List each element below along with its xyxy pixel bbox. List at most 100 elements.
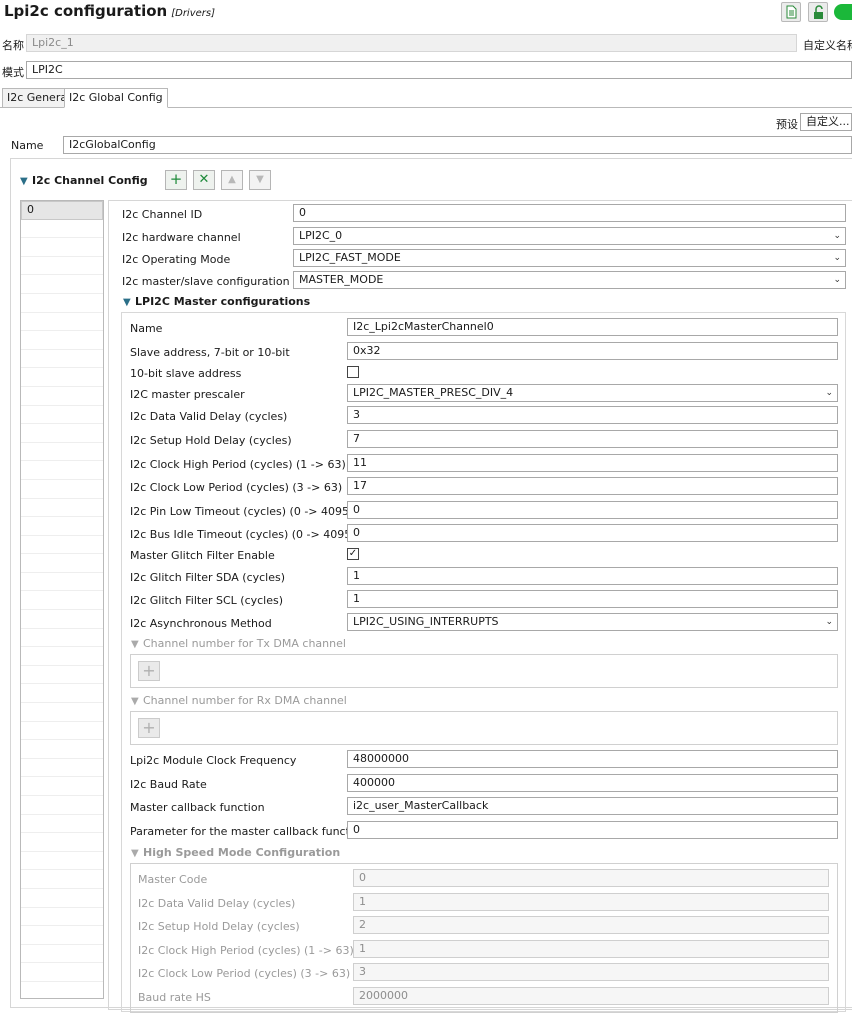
list-item-empty bbox=[21, 275, 103, 294]
dropdown-arrow-icon: ⌄ bbox=[833, 231, 841, 241]
preset-select[interactable]: 自定义... bbox=[800, 113, 852, 131]
channel-list[interactable]: 0 bbox=[20, 200, 104, 999]
prescaler-value: LPI2C_MASTER_PRESC_DIV_4 bbox=[353, 386, 514, 399]
data-valid-delay-field[interactable]: 3 bbox=[347, 406, 838, 424]
glitch-filter-enable-checkbox[interactable]: ✓ bbox=[347, 548, 359, 560]
rx-dma-header[interactable]: ▼ Channel number for Rx DMA channel bbox=[131, 694, 347, 707]
glitch-scl-field[interactable]: 1 bbox=[347, 590, 838, 608]
global-name-label: Name bbox=[11, 139, 44, 152]
hs-baud-rate-field: 2000000 bbox=[353, 987, 829, 1005]
unlock-icon-button[interactable] bbox=[808, 2, 828, 22]
master-name-label: Name bbox=[130, 322, 163, 335]
slave-address-field[interactable]: 0x32 bbox=[347, 342, 838, 360]
remove-channel-button[interactable]: ✕ bbox=[193, 170, 215, 190]
document-icon-button[interactable] bbox=[781, 2, 801, 22]
list-item-empty bbox=[21, 368, 103, 387]
slave-address-label: Slave address, 7-bit or 10-bit bbox=[130, 346, 290, 359]
add-channel-button[interactable]: + bbox=[165, 170, 187, 190]
async-method-value: LPI2C_USING_INTERRUPTS bbox=[353, 615, 499, 628]
title-subtitle: [Drivers] bbox=[171, 8, 216, 19]
pin-low-timeout-field[interactable]: 0 bbox=[347, 501, 838, 519]
prescaler-label: I2C master prescaler bbox=[130, 388, 245, 401]
glitch-filter-enable-label: Master Glitch Filter Enable bbox=[130, 549, 275, 562]
channel-config-header[interactable]: ▼ I2c Channel Config bbox=[20, 174, 148, 187]
bus-idle-timeout-field[interactable]: 0 bbox=[347, 524, 838, 542]
move-down-button[interactable]: ▼ bbox=[249, 170, 271, 190]
list-item-empty bbox=[21, 517, 103, 536]
pin-low-timeout-label: I2c Pin Low Timeout (cycles) (0 -> 4095) bbox=[130, 505, 354, 518]
clock-low-period-label: I2c Clock Low Period (cycles) (3 -> 63) bbox=[130, 481, 343, 494]
plus-icon: + bbox=[142, 661, 156, 680]
tab-i2c-global-config[interactable]: I2c Global Config bbox=[64, 88, 168, 108]
operating-mode-label: I2c Operating Mode bbox=[122, 253, 231, 266]
list-item-empty bbox=[21, 554, 103, 573]
global-name-field[interactable]: I2cGlobalConfig bbox=[63, 136, 852, 154]
plus-icon: + bbox=[142, 718, 156, 737]
plus-icon: + bbox=[169, 170, 183, 188]
list-item-label: 0 bbox=[27, 203, 34, 216]
setup-hold-delay-label: I2c Setup Hold Delay (cycles) bbox=[130, 434, 292, 447]
dropdown-arrow-icon: ⌄ bbox=[825, 388, 833, 398]
list-item-empty bbox=[21, 703, 103, 722]
move-up-button[interactable]: ▲ bbox=[221, 170, 243, 190]
tx-dma-add-button[interactable]: + bbox=[138, 661, 160, 681]
master-config-header[interactable]: ▼ LPI2C Master configurations bbox=[123, 295, 310, 308]
status-toggle[interactable] bbox=[834, 4, 852, 20]
document-icon bbox=[786, 5, 797, 19]
list-item-empty bbox=[21, 257, 103, 276]
mode-field[interactable]: LPI2C bbox=[26, 61, 852, 79]
baud-rate-label: I2c Baud Rate bbox=[130, 778, 207, 791]
hw-channel-label: I2c hardware channel bbox=[122, 231, 241, 244]
expand-chevron-icon: ▼ bbox=[123, 297, 131, 308]
setup-hold-delay-field[interactable]: 7 bbox=[347, 430, 838, 448]
callback-field[interactable]: i2c_user_MasterCallback bbox=[347, 797, 838, 815]
list-item-empty bbox=[21, 313, 103, 332]
list-item-empty bbox=[21, 666, 103, 685]
channel-config-title: I2c Channel Config bbox=[32, 174, 148, 187]
dropdown-arrow-icon: ⌄ bbox=[833, 253, 841, 263]
module-clock-field[interactable]: 48000000 bbox=[347, 750, 838, 768]
list-item-empty bbox=[21, 573, 103, 592]
clock-high-period-field[interactable]: 11 bbox=[347, 454, 838, 472]
master-slave-select[interactable]: MASTER_MODE ⌄ bbox=[293, 271, 846, 289]
baud-rate-field[interactable]: 400000 bbox=[347, 774, 838, 792]
tx-dma-header[interactable]: ▼ Channel number for Tx DMA channel bbox=[131, 637, 346, 650]
clock-low-period-field[interactable]: 17 bbox=[347, 477, 838, 495]
mode-label: 模式 bbox=[2, 66, 24, 79]
list-item-empty bbox=[21, 945, 103, 964]
list-item-empty bbox=[21, 777, 103, 796]
module-clock-label: Lpi2c Module Clock Frequency bbox=[130, 754, 297, 767]
async-method-label: I2c Asynchronous Method bbox=[130, 617, 272, 630]
hw-channel-select[interactable]: LPI2C_0 ⌄ bbox=[293, 227, 846, 245]
callback-param-field[interactable]: 0 bbox=[347, 821, 838, 839]
list-item-empty bbox=[21, 684, 103, 704]
async-method-select[interactable]: LPI2C_USING_INTERRUPTS ⌄ bbox=[347, 613, 838, 631]
list-item[interactable]: 0 bbox=[21, 201, 103, 220]
ten-bit-address-checkbox[interactable] bbox=[347, 366, 359, 378]
operating-mode-select[interactable]: LPI2C_FAST_MODE ⌄ bbox=[293, 249, 846, 267]
rx-dma-panel: + bbox=[130, 711, 838, 745]
master-config-title: LPI2C Master configurations bbox=[135, 295, 311, 308]
expand-chevron-icon: ▼ bbox=[20, 176, 28, 187]
rx-dma-add-button[interactable]: + bbox=[138, 718, 160, 738]
prescaler-select[interactable]: LPI2C_MASTER_PRESC_DIV_4 ⌄ bbox=[347, 384, 838, 402]
list-item-empty bbox=[21, 740, 103, 759]
list-item-empty bbox=[21, 499, 103, 518]
hs-config-header[interactable]: ▼ High Speed Mode Configuration bbox=[131, 846, 340, 859]
list-item-empty bbox=[21, 852, 103, 871]
custom-name-label[interactable]: 自定义名称 bbox=[803, 37, 852, 53]
callback-label: Master callback function bbox=[130, 801, 265, 814]
glitch-sda-label: I2c Glitch Filter SDA (cycles) bbox=[130, 571, 286, 584]
preset-label: 预设 bbox=[776, 118, 798, 131]
master-name-field[interactable]: I2c_Lpi2cMasterChannel0 bbox=[347, 318, 838, 336]
page-title: Lpi2c configuration [Drivers] bbox=[4, 2, 215, 20]
callback-param-label: Parameter for the master callback functi… bbox=[130, 825, 367, 838]
glitch-sda-field[interactable]: 1 bbox=[347, 567, 838, 585]
hs-config-title: High Speed Mode Configuration bbox=[143, 846, 341, 859]
hs-data-valid-delay-label: I2c Data Valid Delay (cycles) bbox=[138, 897, 296, 910]
channel-id-label: I2c Channel ID bbox=[122, 208, 203, 221]
list-item-empty bbox=[21, 833, 103, 852]
list-item-empty bbox=[21, 908, 103, 927]
channel-id-field[interactable]: 0 bbox=[293, 204, 846, 222]
rx-dma-label: Channel number for Rx DMA channel bbox=[143, 694, 347, 707]
